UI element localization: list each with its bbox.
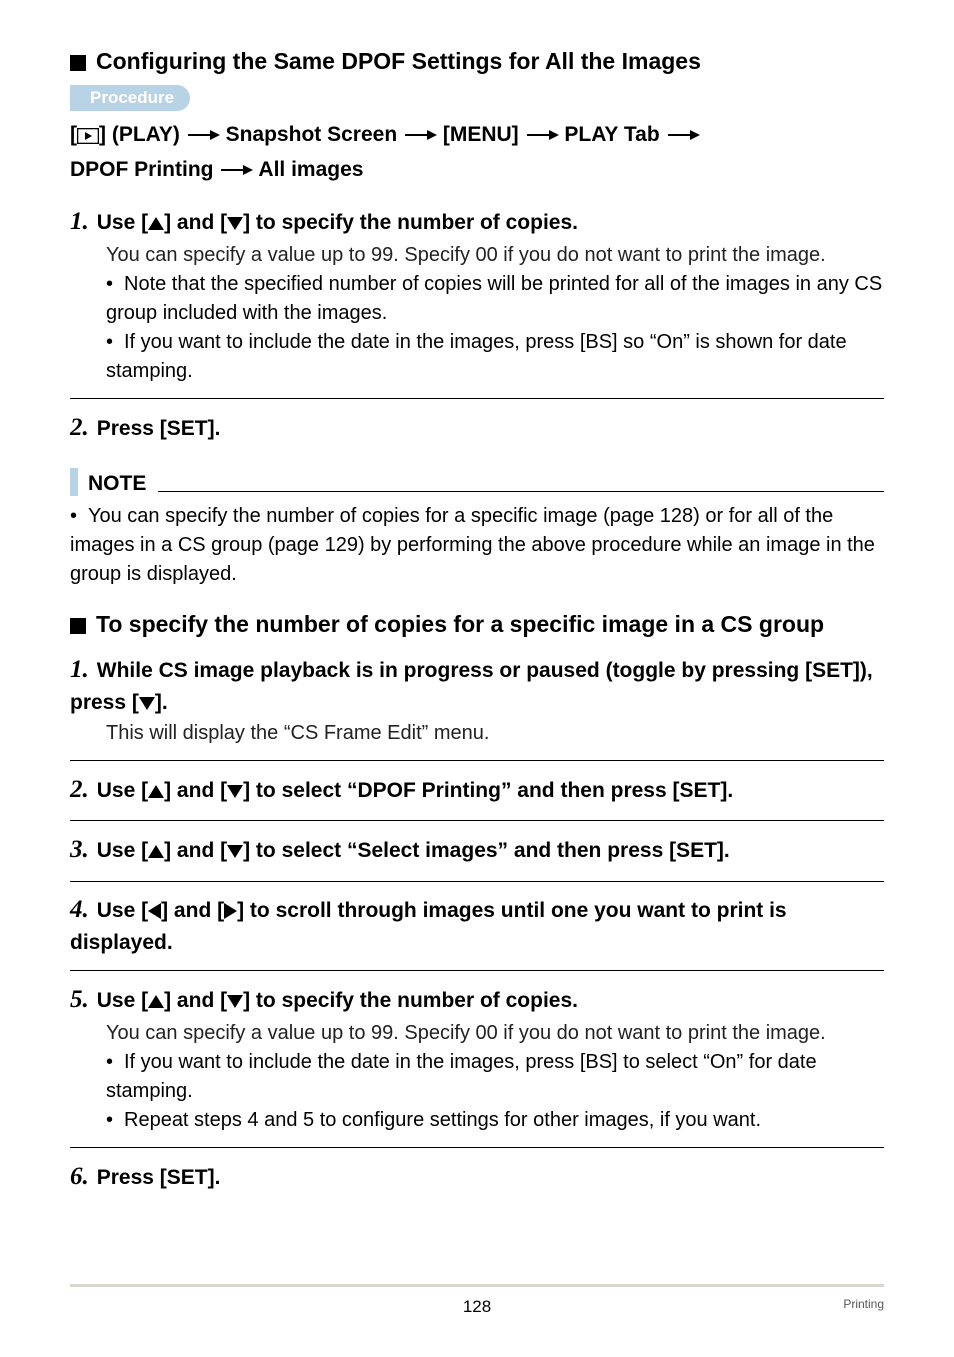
- play-mode-icon: [77, 122, 99, 154]
- bc-play: [] (PLAY): [70, 123, 186, 146]
- note-body: •You can specify the number of copies fo…: [70, 502, 884, 589]
- s2-step-1: 1.While CS image playback is in progress…: [70, 652, 884, 748]
- down-triangle-icon: [227, 845, 243, 858]
- note-header: NOTE: [70, 468, 884, 496]
- divider: [70, 760, 884, 761]
- bc-dpof: DPOF Printing: [70, 158, 214, 181]
- down-triangle-icon: [227, 217, 243, 230]
- step-1-body: You can specify a value up to 99. Specif…: [106, 241, 884, 270]
- arrow-right-icon: [219, 163, 253, 177]
- s2-step-1-body: This will display the “CS Frame Edit” me…: [106, 719, 884, 748]
- divider: [70, 820, 884, 821]
- s2-step-2-head: 2.Use [] and [] to select “DPOF Printing…: [70, 771, 884, 809]
- up-triangle-icon: [148, 785, 164, 798]
- footer-section: Printing: [843, 1297, 884, 1311]
- divider: [70, 881, 884, 882]
- step-number: 4.: [70, 896, 89, 923]
- up-triangle-icon: [148, 217, 164, 230]
- step-number: 1.: [70, 208, 89, 235]
- procedure-pill: Procedure: [78, 85, 190, 111]
- left-triangle-icon: [148, 903, 161, 919]
- step-number: 6.: [70, 1163, 89, 1190]
- step-1-bullet-2: •If you want to include the date in the …: [106, 328, 884, 386]
- step-2: 2.Press [SET].: [70, 409, 884, 447]
- page-number: 128: [463, 1297, 491, 1317]
- step-number: 5.: [70, 986, 89, 1013]
- s2-step-6-head: 6.Press [SET].: [70, 1158, 884, 1196]
- down-triangle-icon: [227, 785, 243, 798]
- step-2-head: 2.Press [SET].: [70, 409, 884, 447]
- heading-configuring: Configuring the Same DPOF Settings for A…: [70, 48, 884, 75]
- bc-allimages: All images: [258, 158, 363, 181]
- s2-step-5-bullet-1: •If you want to include the date in the …: [106, 1048, 884, 1106]
- s2-step-5-head: 5.Use [] and [] to specify the number of…: [70, 981, 884, 1019]
- divider: [70, 398, 884, 399]
- note-rule: [158, 491, 884, 492]
- step-1-bullet-1: •Note that the specified number of copie…: [106, 270, 884, 328]
- bc-menu: [MENU]: [443, 123, 519, 146]
- bc-snapshot: Snapshot Screen: [226, 123, 398, 146]
- step-1: 1.Use [] and [] to specify the number of…: [70, 203, 884, 386]
- heading-specify-cs: To specify the number of copies for a sp…: [70, 611, 884, 638]
- arrow-right-icon: [666, 128, 700, 142]
- bc-playtab: PLAY Tab: [564, 123, 659, 146]
- procedure-bar-icon: [70, 85, 78, 111]
- right-triangle-icon: [224, 903, 237, 919]
- step-number: 3.: [70, 836, 89, 863]
- note-label: NOTE: [88, 472, 158, 496]
- s2-step-3: 3.Use [] and [] to select “Select images…: [70, 831, 884, 869]
- s2-step-5: 5.Use [] and [] to specify the number of…: [70, 981, 884, 1135]
- step-number: 1.: [70, 656, 89, 683]
- s2-step-4-head: 4.Use [] and [] to scroll through images…: [70, 892, 884, 959]
- page-footer: 128 Printing: [0, 1284, 954, 1317]
- note-bar-icon: [70, 468, 78, 496]
- s2-step-1-head: 1.While CS image playback is in progress…: [70, 652, 884, 719]
- square-bullet-icon: [70, 618, 86, 634]
- heading-text: To specify the number of copies for a sp…: [96, 611, 824, 637]
- procedure-label: Procedure: [70, 85, 884, 111]
- step-number: 2.: [70, 414, 89, 441]
- s2-step-5-bullet-2: •Repeat steps 4 and 5 to configure setti…: [106, 1106, 884, 1135]
- footer-divider: [70, 1284, 884, 1287]
- s2-step-2: 2.Use [] and [] to select “DPOF Printing…: [70, 771, 884, 809]
- arrow-right-icon: [403, 128, 437, 142]
- divider: [70, 1147, 884, 1148]
- s2-step-5-body: You can specify a value up to 99. Specif…: [106, 1019, 884, 1048]
- heading-text: Configuring the Same DPOF Settings for A…: [96, 48, 701, 74]
- down-triangle-icon: [227, 995, 243, 1008]
- down-triangle-icon: [139, 697, 155, 710]
- up-triangle-icon: [148, 995, 164, 1008]
- step-1-head: 1.Use [] and [] to specify the number of…: [70, 203, 884, 241]
- square-bullet-icon: [70, 55, 86, 71]
- s2-step-4: 4.Use [] and [] to scroll through images…: [70, 892, 884, 959]
- breadcrumb: [] (PLAY) Snapshot Screen [MENU] PLAY Ta…: [70, 119, 884, 185]
- step-number: 2.: [70, 776, 89, 803]
- divider: [70, 970, 884, 971]
- up-triangle-icon: [148, 845, 164, 858]
- arrow-right-icon: [186, 128, 220, 142]
- s2-step-6: 6.Press [SET].: [70, 1158, 884, 1196]
- s2-step-3-head: 3.Use [] and [] to select “Select images…: [70, 831, 884, 869]
- arrow-right-icon: [525, 128, 559, 142]
